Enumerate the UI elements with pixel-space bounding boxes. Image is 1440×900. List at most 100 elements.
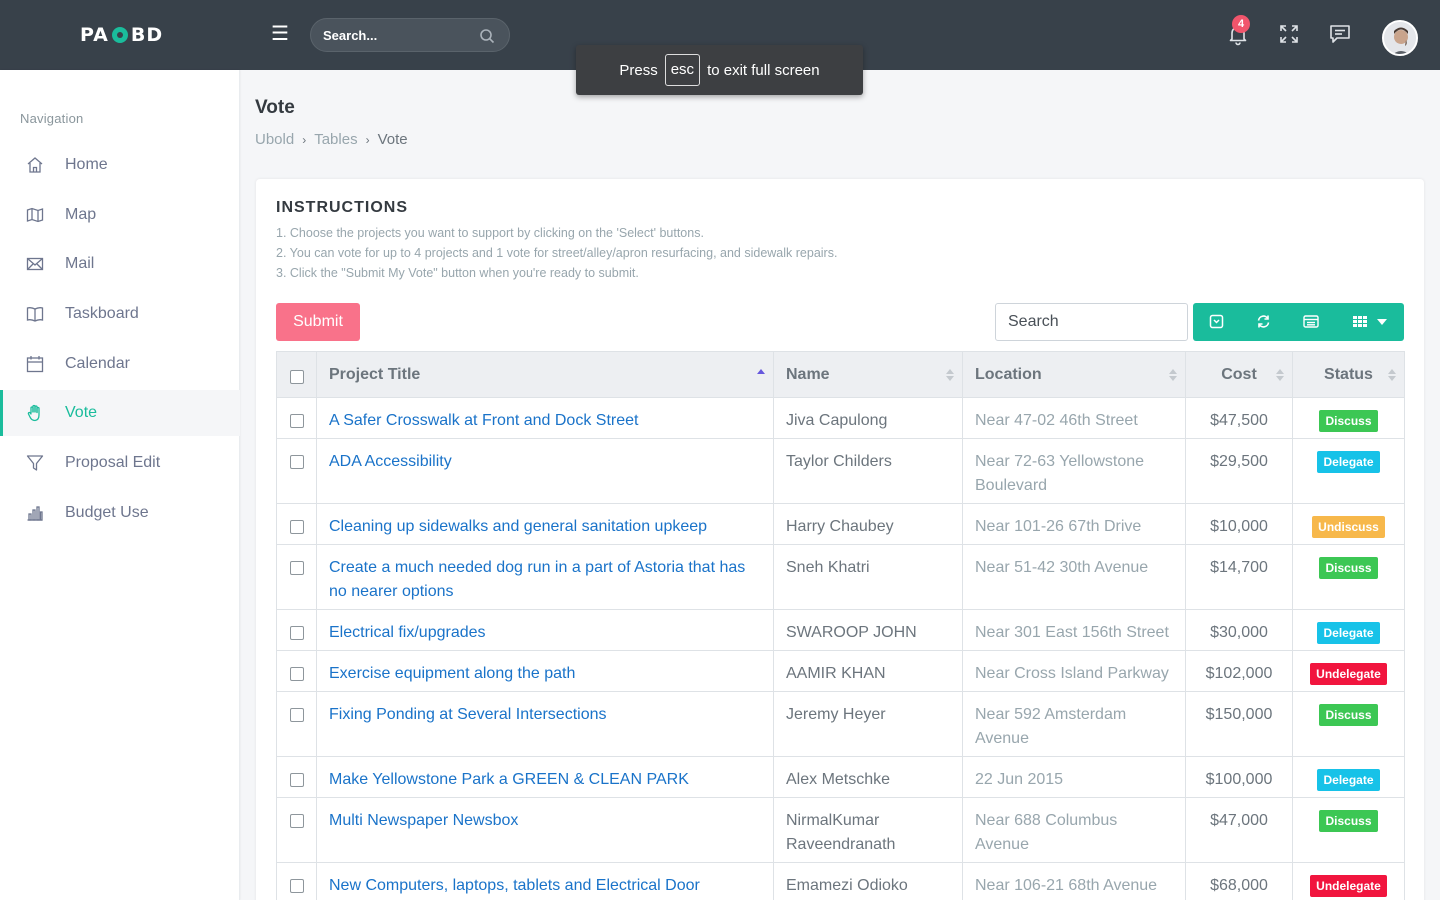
status-cell: Undelegate: [1292, 650, 1405, 692]
sidebar-item-label: Budget Use: [65, 504, 149, 521]
select-all-checkbox[interactable]: [289, 370, 304, 384]
sidebar-item-budget-use[interactable]: Budget Use: [0, 490, 240, 536]
sidebar-item-map[interactable]: Map: [0, 192, 240, 238]
name-cell: Jiva Capulong: [773, 397, 963, 439]
breadcrumb-item[interactable]: Tables: [314, 131, 357, 148]
project-title-link[interactable]: Exercise equipment along the path: [329, 665, 575, 682]
status-badge[interactable]: Discuss: [1319, 810, 1378, 832]
row-checkbox[interactable]: [289, 667, 304, 681]
sidebar-item-label: Home: [65, 156, 108, 173]
project-title-link[interactable]: Fixing Ponding at Several Intersections: [329, 706, 606, 723]
location-cell: Near Cross Island Parkway: [962, 650, 1186, 692]
row-checkbox[interactable]: [289, 814, 304, 828]
sidebar-item-home[interactable]: Home: [0, 142, 240, 188]
menu-toggle-icon[interactable]: ☰: [270, 22, 290, 46]
toast-rest-text: to exit full screen: [707, 61, 820, 79]
status-badge[interactable]: Discuss: [1319, 410, 1378, 432]
project-title-cell: Create a much needed dog run in a part o…: [316, 544, 774, 610]
row-checkbox[interactable]: [289, 626, 304, 640]
row-checkbox[interactable]: [289, 561, 304, 575]
column-header-project-title[interactable]: Project Title: [316, 351, 774, 398]
sidebar-item-calendar[interactable]: Calendar: [0, 341, 240, 387]
sort-icon: [1276, 369, 1284, 381]
sidebar-item-vote[interactable]: Vote: [0, 390, 240, 436]
toast-esc-key: esc: [664, 54, 701, 86]
row-checkbox[interactable]: [289, 708, 304, 722]
status-badge[interactable]: Undelegate: [1310, 663, 1387, 685]
column-header-status[interactable]: Status: [1292, 351, 1405, 398]
map-icon: [26, 207, 44, 223]
row-checkbox[interactable]: [289, 455, 304, 469]
status-badge[interactable]: Delegate: [1317, 622, 1380, 644]
refresh-button[interactable]: [1240, 303, 1287, 341]
status-badge[interactable]: Undelegate: [1310, 875, 1387, 897]
column-header-label: Project Title: [329, 366, 421, 383]
status-cell: Discuss: [1292, 691, 1405, 757]
row-checkbox[interactable]: [289, 520, 304, 534]
sidebar-item-label: Calendar: [65, 355, 130, 372]
column-header-name[interactable]: Name: [773, 351, 963, 398]
table-search-input[interactable]: [995, 303, 1188, 341]
sort-icon: [1169, 369, 1177, 381]
brand-logo[interactable]: PA BD: [80, 22, 163, 48]
name-cell: AAMIR KHAN: [773, 650, 963, 692]
status-badge[interactable]: Discuss: [1319, 704, 1378, 726]
sidebar: Navigation Home Map Mail Taskboard Calen…: [0, 70, 240, 900]
columns-dropdown-button[interactable]: [1334, 303, 1404, 341]
column-header-cost[interactable]: Cost: [1185, 351, 1293, 398]
status-badge[interactable]: Delegate: [1317, 769, 1380, 791]
status-badge[interactable]: Delegate: [1317, 451, 1380, 473]
search-icon[interactable]: [479, 28, 495, 44]
name-cell: Taylor Childers: [773, 438, 963, 504]
fullscreen-icon[interactable]: [1277, 22, 1301, 46]
export-button[interactable]: [1193, 303, 1240, 341]
project-title-link[interactable]: Cleaning up sidewalks and general sanita…: [329, 518, 707, 535]
status-badge[interactable]: Undiscuss: [1312, 516, 1385, 538]
sidebar-item-proposal-edit[interactable]: Proposal Edit: [0, 440, 240, 486]
bar-chart-icon: [27, 506, 43, 521]
sidebar-item-taskboard[interactable]: Taskboard: [0, 291, 240, 337]
column-header-label: Cost: [1221, 366, 1257, 383]
row-checkbox[interactable]: [289, 879, 304, 893]
project-title-link[interactable]: A Safer Crosswalk at Front and Dock Stre…: [329, 412, 638, 429]
location-cell: Near 106-21 68th Avenue: [962, 862, 1186, 900]
row-checkbox[interactable]: [289, 773, 304, 787]
project-title-cell: Fixing Ponding at Several Intersections: [316, 691, 774, 757]
table-row: Cleaning up sidewalks and general sanita…: [276, 503, 1405, 545]
sort-asc-icon: [757, 369, 765, 374]
row-select-cell: [276, 503, 317, 545]
calendar-icon: [26, 356, 44, 373]
location-cell: Near 101-26 67th Drive: [962, 503, 1186, 545]
column-header-location[interactable]: Location: [962, 351, 1186, 398]
brand-text-left: PA: [80, 24, 109, 46]
project-title-link[interactable]: Make Yellowstone Park a GREEN & CLEAN PA…: [329, 771, 689, 788]
project-title-link[interactable]: New Computers, laptops, tablets and Elec…: [329, 877, 700, 894]
instruction-line: 3. Click the "Submit My Vote" button whe…: [276, 266, 639, 280]
project-title-link[interactable]: Multi Newspaper Newsbox: [329, 812, 518, 829]
location-cell: Near 301 East 156th Street: [962, 609, 1186, 651]
name-cell: Sneh Khatri: [773, 544, 963, 610]
submit-button[interactable]: Submit: [276, 303, 360, 341]
project-title-cell: Cleaning up sidewalks and general sanita…: [316, 503, 774, 545]
status-cell: Discuss: [1292, 397, 1405, 439]
project-title-link[interactable]: Electrical fix/upgrades: [329, 624, 486, 641]
mail-icon: [26, 257, 44, 271]
breadcrumb-item[interactable]: Ubold: [255, 131, 294, 148]
avatar-image: [1384, 22, 1416, 54]
project-title-link[interactable]: Create a much needed dog run in a part o…: [329, 559, 745, 600]
location-cell: Near 51-42 30th Avenue: [962, 544, 1186, 610]
top-search-input[interactable]: [323, 19, 473, 51]
sidebar-item-mail[interactable]: Mail: [0, 241, 240, 287]
cost-cell: $102,000: [1185, 650, 1293, 692]
status-badge[interactable]: Discuss: [1319, 557, 1378, 579]
chat-icon[interactable]: [1328, 22, 1352, 46]
toggle-view-button[interactable]: [1287, 303, 1334, 341]
sidebar-item-label: Proposal Edit: [65, 454, 161, 471]
project-title-link[interactable]: ADA Accessibility: [329, 453, 452, 470]
user-avatar[interactable]: [1382, 20, 1418, 56]
row-checkbox[interactable]: [289, 414, 304, 428]
sidebar-item-label: Map: [65, 206, 97, 223]
grid-icon: [1353, 316, 1367, 327]
cost-cell: $100,000: [1185, 756, 1293, 798]
cost-cell: $30,000: [1185, 609, 1293, 651]
